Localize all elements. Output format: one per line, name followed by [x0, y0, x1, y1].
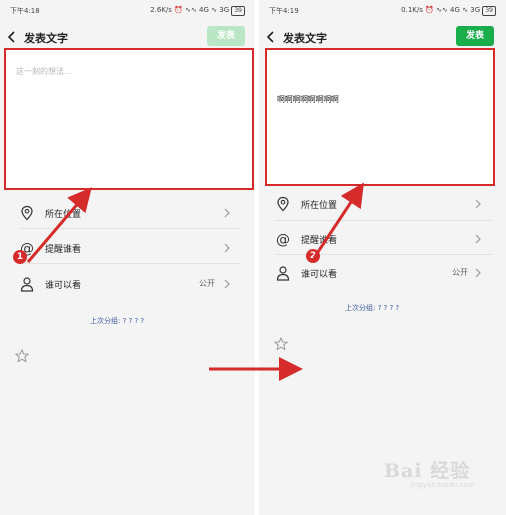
option-visibility[interactable]: 谁可以看 公开	[0, 269, 255, 299]
option-label: 谁可以看	[301, 270, 338, 280]
option-location[interactable]: 所在位置	[0, 198, 255, 228]
option-label: 提醒谁看	[45, 245, 82, 255]
status-bar: 下午4:19 0.1K/s ⏰ ∿∿ 4G ∿ 3G 39	[259, 0, 506, 22]
option-visibility[interactable]: 谁可以看 公开	[259, 258, 506, 288]
chevron-right-icon	[475, 234, 481, 244]
signal-label-2: 3G	[470, 6, 481, 14]
back-arrow-icon[interactable]	[6, 30, 18, 44]
step-badge: 1	[13, 250, 27, 264]
option-remind[interactable]: @ 提醒谁看	[259, 224, 506, 254]
composer-placeholder: 这一刻的想法...	[16, 67, 72, 76]
star-icon[interactable]	[274, 337, 288, 351]
battery-indicator: 39	[482, 6, 496, 16]
person-icon	[276, 266, 290, 281]
last-group-link[interactable]: 上次分组: ? ? ? ?	[90, 316, 144, 326]
composer-text: 啊啊啊啊啊啊啊啊	[277, 95, 339, 104]
chevron-right-icon	[224, 243, 230, 253]
option-label: 所在位置	[301, 201, 338, 211]
person-icon	[20, 277, 34, 292]
watermark-url: jingyan.baidu.com	[410, 481, 475, 489]
option-label: 提醒谁看	[301, 236, 338, 246]
chevron-right-icon	[475, 268, 481, 278]
option-label: 谁可以看	[45, 281, 82, 291]
screen-before: 下午4:18 2.6K/s ⏰ ∿∿ 4G ∿ 3G 39 发表文字 发表 这一…	[0, 0, 255, 515]
option-location[interactable]: 所在位置	[259, 189, 506, 219]
step-badge: 2	[306, 249, 320, 263]
screen-after: 下午4:19 0.1K/s ⏰ ∿∿ 4G ∿ 3G 39 发表文字 发表 啊啊…	[259, 0, 506, 515]
chevron-right-icon	[475, 199, 481, 209]
composer-textarea[interactable]: 啊啊啊啊啊啊啊啊	[265, 48, 495, 186]
option-value: 公开	[199, 279, 215, 288]
signal-label-2: 3G	[219, 6, 230, 14]
back-arrow-icon[interactable]	[265, 30, 277, 44]
svg-text:@: @	[276, 232, 290, 247]
divider	[20, 228, 241, 229]
signal-label: 4G	[199, 6, 209, 14]
star-icon[interactable]	[15, 349, 29, 363]
composer-textarea[interactable]: 这一刻的想法...	[4, 48, 254, 190]
chevron-right-icon	[224, 279, 230, 289]
page-title: 发表文字	[283, 32, 327, 45]
at-mention-icon: @	[276, 232, 290, 247]
status-time: 下午4:19	[269, 7, 299, 15]
network-speed: 0.1K/s	[401, 6, 423, 14]
divider	[20, 263, 241, 264]
chevron-right-icon	[224, 208, 230, 218]
option-value: 公开	[452, 268, 468, 277]
option-remind[interactable]: @ 提醒谁看	[0, 233, 255, 263]
post-button[interactable]: 发表	[207, 26, 245, 46]
network-speed: 2.6K/s	[150, 6, 172, 14]
post-button[interactable]: 发表	[456, 26, 494, 46]
location-pin-icon	[277, 196, 289, 212]
location-pin-icon	[21, 205, 33, 221]
status-bar: 下午4:18 2.6K/s ⏰ ∿∿ 4G ∿ 3G 39	[0, 0, 255, 22]
signal-label: 4G	[450, 6, 460, 14]
status-network: 0.1K/s ⏰ ∿∿ 4G ∿ 3G 39	[401, 6, 496, 16]
status-time: 下午4:18	[10, 7, 40, 15]
option-label: 所在位置	[45, 210, 82, 220]
watermark-logo: Bai 经验	[384, 460, 471, 482]
status-network: 2.6K/s ⏰ ∿∿ 4G ∿ 3G 39	[150, 6, 245, 16]
battery-indicator: 39	[231, 6, 245, 16]
watermark: Bai 经验 jingyan.baidu.com	[384, 456, 494, 496]
page-title: 发表文字	[24, 32, 68, 45]
last-group-link[interactable]: 上次分组: ? ? ? ?	[345, 303, 399, 313]
divider	[275, 220, 492, 221]
